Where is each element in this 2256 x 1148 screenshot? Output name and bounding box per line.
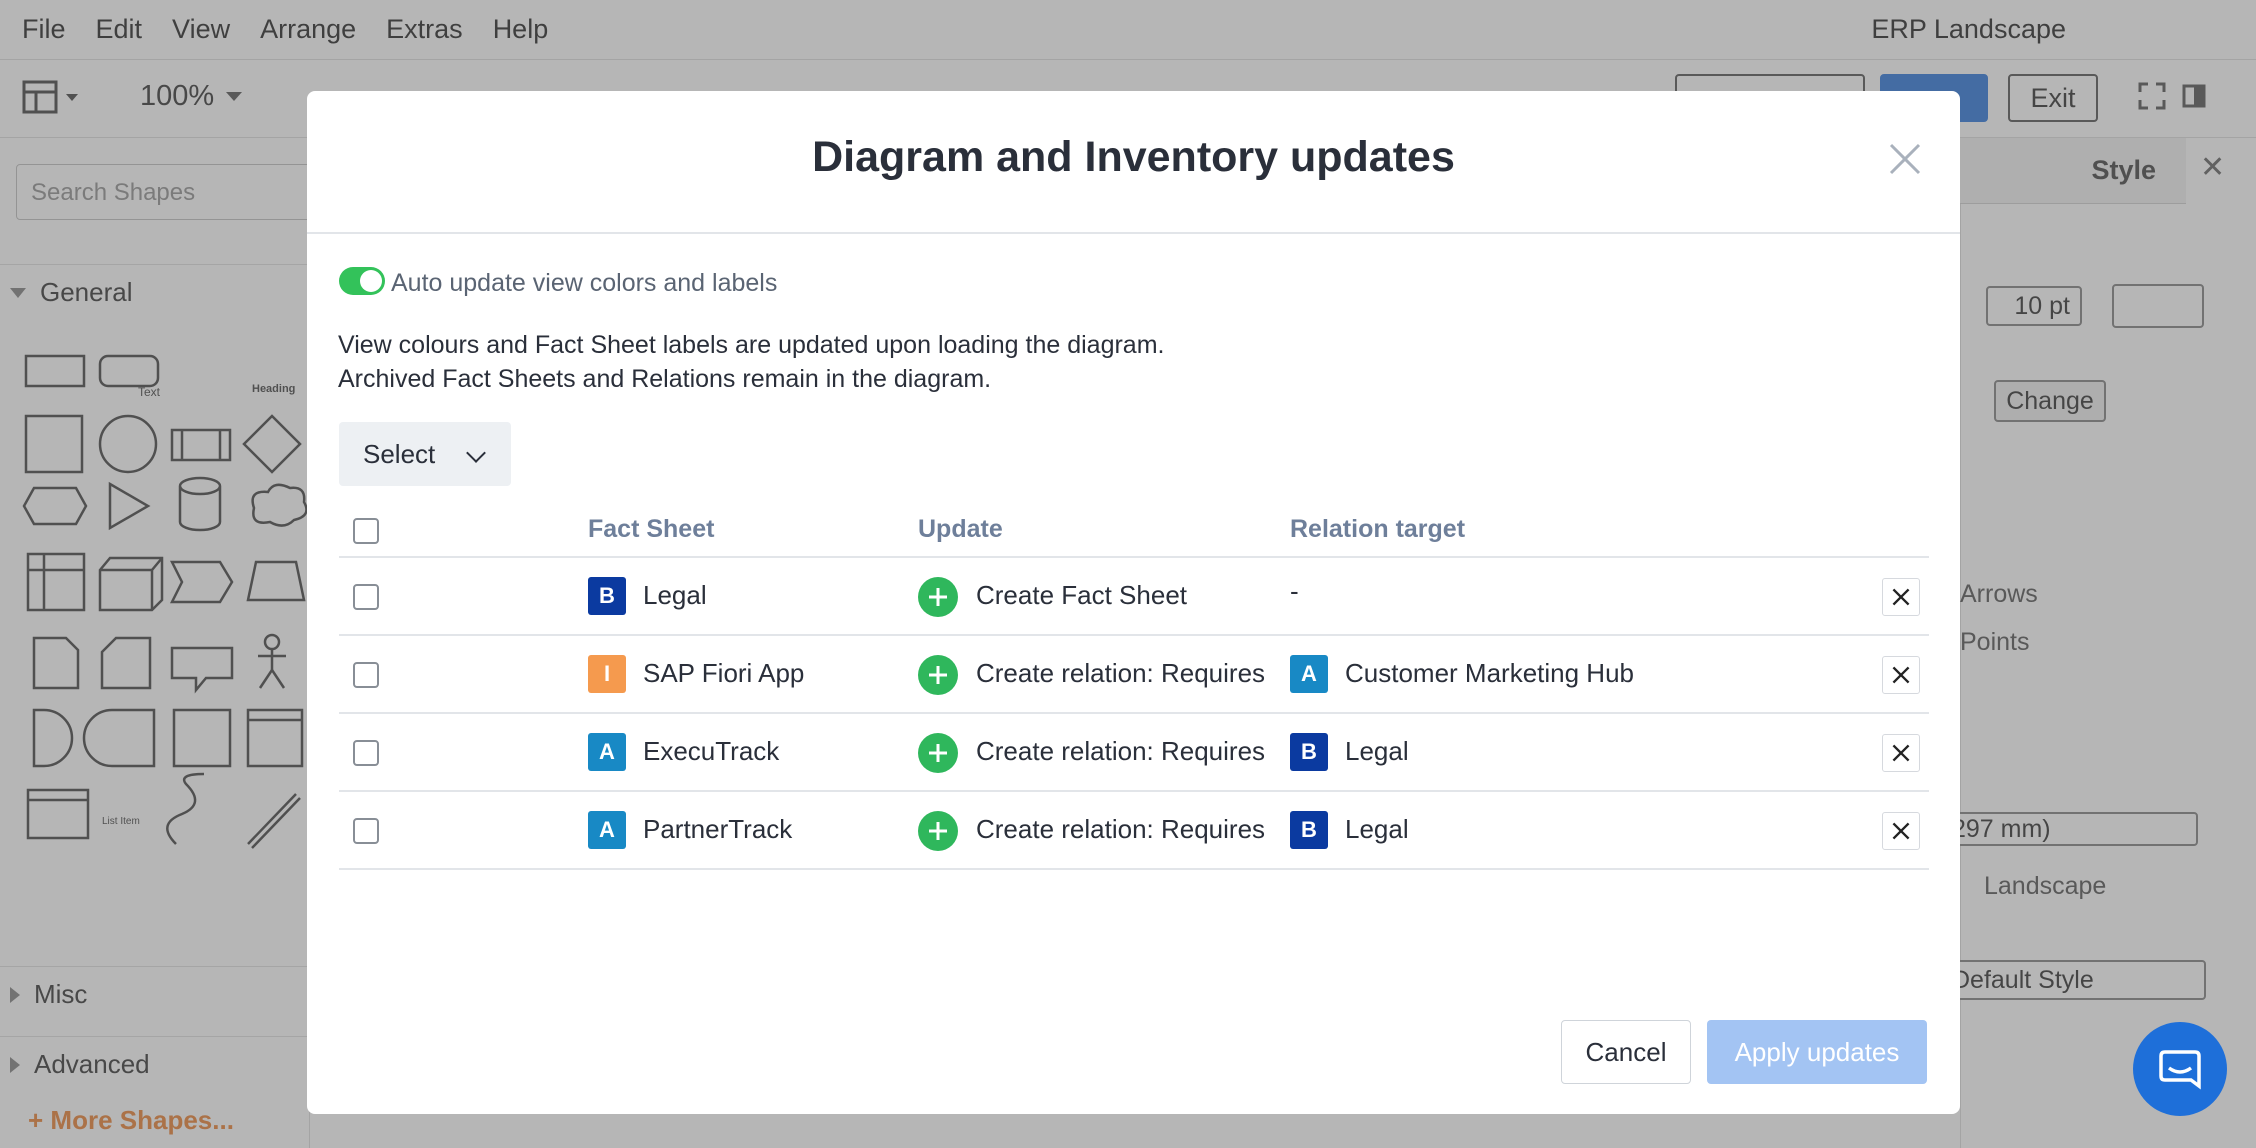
column-relation-target: Relation target <box>1290 515 1466 543</box>
column-fact-sheet: Fact Sheet <box>588 515 715 543</box>
table-row: A PartnerTrack Create relation: Requires… <box>339 792 1929 870</box>
fact-sheet-name: PartnerTrack <box>643 814 793 844</box>
chat-icon <box>2159 1050 2201 1090</box>
target-type-badge: A <box>1290 655 1328 693</box>
plus-circle-icon <box>918 655 958 695</box>
update-action: Create relation: Requires <box>976 736 1266 766</box>
plus-circle-icon <box>918 733 958 773</box>
close-icon[interactable] <box>1887 141 1923 177</box>
remove-row-button[interactable] <box>1882 578 1920 616</box>
close-icon <box>1892 744 1910 762</box>
close-icon <box>1892 822 1910 840</box>
select-all-checkbox[interactable] <box>353 518 379 544</box>
row-checkbox[interactable] <box>353 818 379 844</box>
toggle-knob <box>360 270 382 292</box>
inventory-updates-dialog: Diagram and Inventory updates Auto updat… <box>307 91 1960 1114</box>
update-action: Create Fact Sheet <box>976 580 1187 610</box>
auto-update-label: Auto update view colors and labels <box>391 269 778 297</box>
fact-sheet-name: Legal <box>643 580 707 610</box>
updates-table: Fact Sheet Update Relation target B Lega… <box>339 503 1929 870</box>
plus-circle-icon <box>918 577 958 617</box>
row-checkbox[interactable] <box>353 662 379 688</box>
remove-row-button[interactable] <box>1882 812 1920 850</box>
table-row: B Legal Create Fact Sheet - <box>339 558 1929 636</box>
select-dropdown[interactable]: Select <box>339 422 511 486</box>
table-row: A ExecuTrack Create relation: Requires B… <box>339 714 1929 792</box>
column-update: Update <box>918 515 1003 543</box>
update-action: Create relation: Requires <box>976 658 1266 688</box>
remove-row-button[interactable] <box>1882 656 1920 694</box>
row-checkbox[interactable] <box>353 584 379 610</box>
fact-sheet-type-badge: B <box>588 577 626 615</box>
fact-sheet-name: SAP Fiori App <box>643 658 805 688</box>
relation-target: - <box>1290 576 1299 606</box>
table-header: Fact Sheet Update Relation target <box>339 503 1929 558</box>
relation-target: Customer Marketing Hub <box>1345 658 1634 688</box>
fact-sheet-name: ExecuTrack <box>643 736 780 766</box>
close-icon <box>1892 666 1910 684</box>
dialog-header: Diagram and Inventory updates <box>307 91 1960 234</box>
remove-row-button[interactable] <box>1882 734 1920 772</box>
fact-sheet-type-badge: A <box>588 811 626 849</box>
auto-update-toggle[interactable] <box>339 267 385 295</box>
description-line-2: Archived Fact Sheets and Relations remai… <box>338 365 992 393</box>
chevron-down-icon <box>466 443 486 463</box>
close-icon <box>1892 588 1910 606</box>
row-checkbox[interactable] <box>353 740 379 766</box>
dialog-title: Diagram and Inventory updates <box>812 133 1455 181</box>
fact-sheet-type-badge: I <box>588 655 626 693</box>
fact-sheet-type-badge: A <box>588 733 626 771</box>
description-line-1: View colours and Fact Sheet labels are u… <box>338 331 1165 359</box>
plus-circle-icon <box>918 811 958 851</box>
select-dropdown-label: Select <box>363 438 436 469</box>
target-type-badge: B <box>1290 811 1328 849</box>
relation-target: Legal <box>1345 814 1409 844</box>
target-type-badge: B <box>1290 733 1328 771</box>
update-action: Create relation: Requires <box>976 814 1266 844</box>
relation-target: Legal <box>1345 736 1409 766</box>
cancel-button[interactable]: Cancel <box>1561 1020 1691 1084</box>
table-row: I SAP Fiori App Create relation: Require… <box>339 636 1929 714</box>
apply-updates-button[interactable]: Apply updates <box>1707 1020 1927 1084</box>
chat-button[interactable] <box>2133 1022 2227 1116</box>
